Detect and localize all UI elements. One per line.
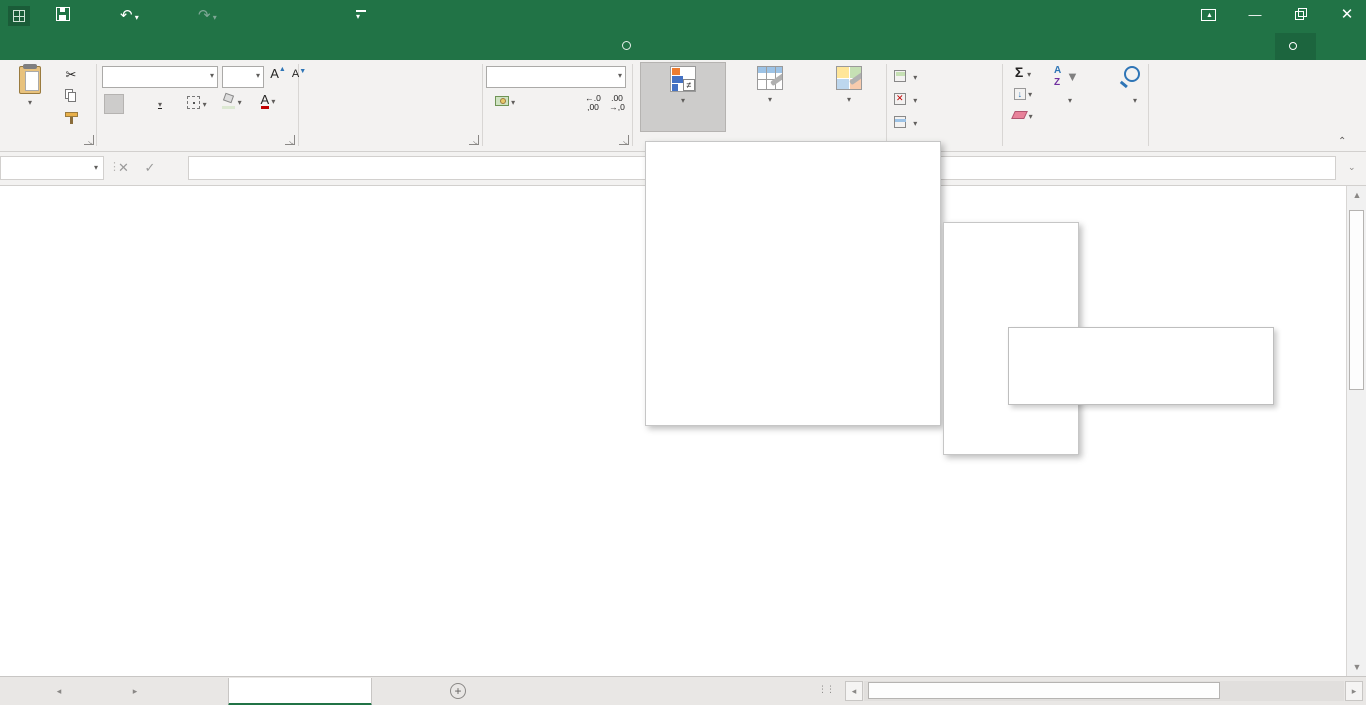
- format-cells-button[interactable]: ▾: [894, 114, 917, 129]
- new-sheet-icon[interactable]: +: [450, 683, 466, 699]
- paste-button[interactable]: ▾: [8, 64, 52, 130]
- undo-icon[interactable]: ↶ ▾: [120, 7, 139, 27]
- collapse-ribbon-icon[interactable]: ⌃: [1338, 136, 1346, 147]
- font-size-combobox[interactable]: ▾: [222, 66, 264, 88]
- name-box[interactable]: ▾: [0, 156, 104, 180]
- conditional-formatting-menu: [645, 141, 941, 426]
- ribbon-display-options-icon[interactable]: ▲: [1192, 0, 1226, 30]
- borders-button[interactable]: ▾: [182, 94, 212, 114]
- underline-button[interactable]: ▾: [146, 94, 174, 114]
- format-as-table-icon: [757, 66, 783, 90]
- expand-formula-bar-icon[interactable]: ⌄: [1348, 162, 1356, 173]
- copy-icon[interactable]: [56, 87, 86, 104]
- fill-color-icon: [222, 92, 236, 109]
- vertical-scrollbar[interactable]: ▲ ▼: [1346, 186, 1366, 676]
- sort-filter-button[interactable]: A Z ▼ ▾: [1044, 62, 1096, 132]
- percent-style-button[interactable]: [526, 92, 548, 114]
- tooltip: [1008, 327, 1274, 405]
- hscroll-right-icon[interactable]: ▸: [1345, 681, 1363, 701]
- connexion-button[interactable]: [1185, 33, 1213, 60]
- decrease-decimal-button[interactable]: .00 →,0: [606, 94, 628, 114]
- clear-button[interactable]: ▾: [1006, 108, 1040, 122]
- increase-decimal-button[interactable]: ←.0,00: [582, 94, 604, 114]
- ribbon: ▾ ✂ ▾ ▾ A▲ A▼ ▾ ▾ ▾ A ▾ ▾ ▾ ←.0 ,00 .00 …: [0, 60, 1366, 152]
- cut-button[interactable]: ✂: [56, 66, 86, 84]
- horizontal-scroll-thumb[interactable]: [868, 682, 1220, 699]
- sheet-tab-bar: ◂ ▸ + ⋮⋮ ◂ ▸: [0, 676, 1366, 705]
- enter-formula-icon[interactable]: ✓: [145, 160, 156, 175]
- magnifier-icon: [1096, 64, 1174, 94]
- sort-filter-icon: A Z ▼: [1054, 65, 1079, 88]
- italic-button[interactable]: [126, 94, 144, 114]
- minimize-button[interactable]: —: [1238, 0, 1272, 30]
- sheet-tab-feuil1[interactable]: [228, 678, 372, 705]
- autosum-button[interactable]: Σ ▾: [1006, 64, 1040, 80]
- lightbulb-icon: [622, 41, 631, 50]
- excel-window: ↶ ▾ ↷ ▾ ▾ ▲ — ✕ ▾ ✂ ▾ ▾ A▲ A▼ ▾ ▾ ▾ A ▾ …: [0, 0, 1366, 705]
- prev-sheet-icon[interactable]: ◂: [52, 686, 66, 697]
- delete-cells-icon: ✕: [894, 93, 906, 105]
- format-painter-icon[interactable]: [56, 108, 86, 124]
- insert-cells-button[interactable]: ▾: [894, 68, 917, 83]
- fill-down-icon: ↓: [1013, 88, 1026, 100]
- money-icon: [494, 96, 509, 106]
- font-color-button[interactable]: A ▾: [252, 92, 284, 114]
- app-icon: [8, 6, 30, 26]
- borders-icon: [187, 96, 201, 109]
- bold-button[interactable]: [104, 94, 124, 114]
- fill-button[interactable]: ↓ ▾: [1006, 86, 1040, 100]
- comma-style-button[interactable]: [550, 94, 578, 114]
- delete-cells-button[interactable]: ✕ ▾: [894, 91, 917, 106]
- accounting-format-button[interactable]: ▾: [488, 94, 522, 114]
- title-bar: ↶ ▾ ↷ ▾ ▾ ▲ — ✕: [0, 0, 1366, 33]
- customize-quick-access-icon[interactable]: ▾: [356, 7, 366, 21]
- redo-icon[interactable]: ↷ ▾: [198, 7, 217, 27]
- shrink-font-button[interactable]: A▼: [290, 68, 308, 80]
- font-name-combobox[interactable]: ▾: [102, 66, 218, 88]
- ribbon-tab-bar: [0, 33, 1366, 60]
- scroll-down-icon[interactable]: ▼: [1347, 662, 1366, 672]
- alignment-dialog-launcher-icon[interactable]: [469, 135, 479, 145]
- share-person-icon: [1289, 42, 1297, 50]
- cell-styles-icon: [836, 66, 862, 90]
- format-cells-icon: [894, 116, 906, 128]
- conditional-formatting-button[interactable]: ≠ ▾: [640, 62, 726, 132]
- vertical-scroll-thumb[interactable]: [1349, 210, 1364, 390]
- scroll-up-icon[interactable]: ▲: [1347, 190, 1366, 200]
- clipboard-icon: [19, 64, 41, 94]
- next-sheet-icon[interactable]: ▸: [128, 686, 142, 697]
- save-icon[interactable]: [56, 7, 70, 21]
- format-as-table-button[interactable]: ▾: [728, 62, 812, 132]
- cancel-formula-icon[interactable]: ✕: [118, 160, 129, 175]
- number-format-combobox[interactable]: ▾: [486, 66, 626, 88]
- horizontal-scrollbar[interactable]: [864, 681, 1344, 701]
- grow-font-button[interactable]: A▲: [268, 66, 288, 81]
- insert-cells-icon: [894, 70, 906, 82]
- clipboard-dialog-launcher-icon[interactable]: [84, 135, 94, 145]
- partager-button[interactable]: [1275, 33, 1316, 60]
- find-select-button[interactable]: ▾: [1096, 62, 1174, 132]
- conditional-formatting-icon: ≠: [670, 66, 696, 92]
- tab-split-handle[interactable]: ⋮⋮: [818, 684, 835, 695]
- fill-color-button[interactable]: ▾: [216, 92, 248, 114]
- cell-styles-button[interactable]: ▾: [814, 62, 884, 132]
- close-button[interactable]: ✕: [1330, 0, 1364, 30]
- restore-button[interactable]: [1284, 0, 1318, 30]
- font-dialog-launcher-icon[interactable]: [285, 135, 295, 145]
- number-dialog-launcher-icon[interactable]: [619, 135, 629, 145]
- tell-me-box[interactable]: [622, 33, 637, 60]
- hscroll-left-icon[interactable]: ◂: [845, 681, 863, 701]
